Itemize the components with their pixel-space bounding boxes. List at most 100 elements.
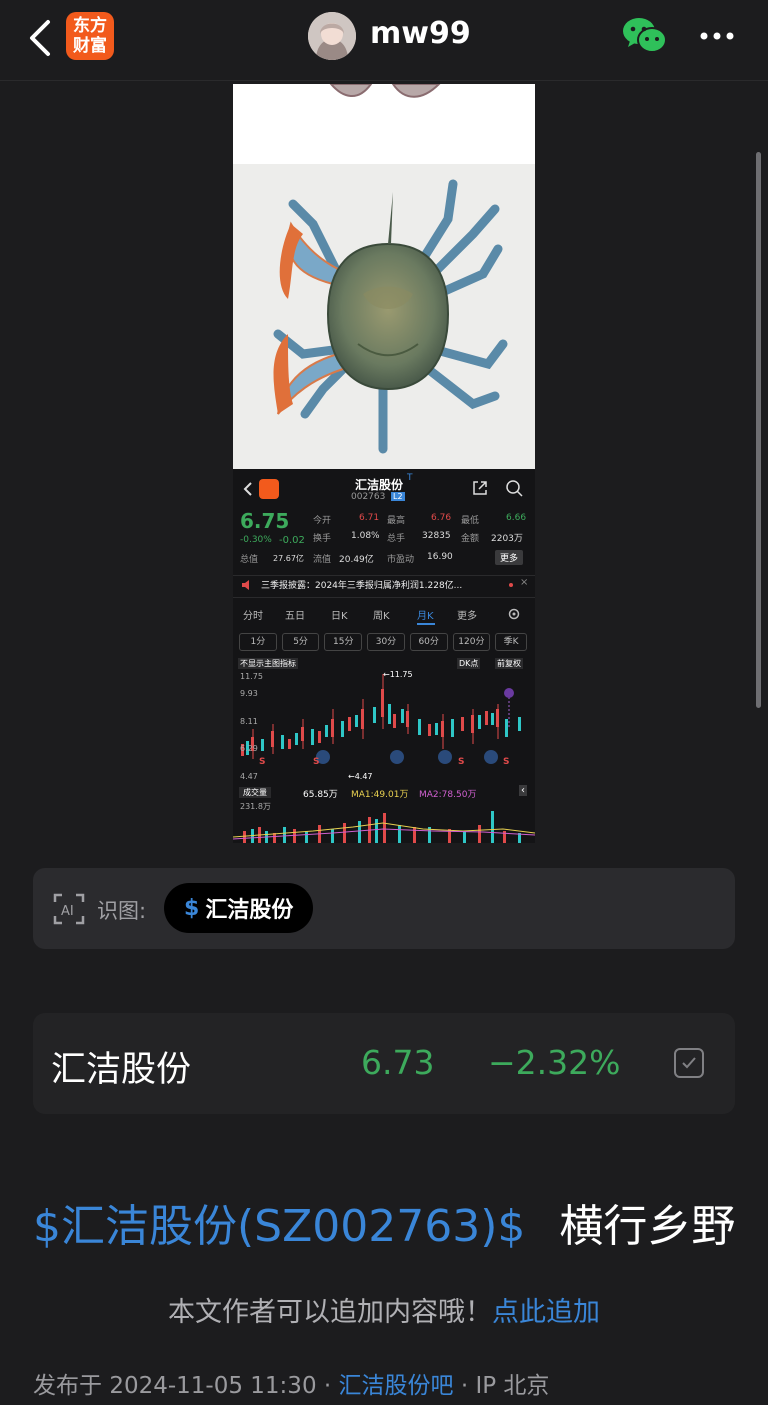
- ss-volume-value: 65.85万: [303, 790, 338, 800]
- ss-period-tab: 更多: [457, 611, 477, 622]
- ss-stat-label: 市盈动: [387, 555, 415, 565]
- speaker-icon: [242, 580, 249, 590]
- ss-minute-tabs: 1分 5分 15分 30分 60分 120分 季K: [239, 633, 527, 651]
- username[interactable]: mw99: [370, 16, 471, 51]
- post-text: 横行乡野: [559, 1201, 736, 1252]
- ss-y-label: 11.75: [240, 672, 263, 681]
- ss-stat-value: 32835: [422, 531, 451, 541]
- crab-photo: [233, 164, 535, 469]
- ss-y-label: 9.93: [240, 689, 258, 698]
- back-chevron-icon[interactable]: [26, 18, 56, 58]
- ss-adjust-button: 前复权: [495, 658, 523, 669]
- ss-stat-label: 金额: [461, 534, 480, 544]
- divider: [233, 597, 535, 598]
- svg-text:S: S: [259, 757, 265, 767]
- svg-text:S: S: [503, 757, 509, 767]
- ss-minute-tab: 季K: [495, 633, 527, 651]
- ss-change-pct: -0.30%: [240, 535, 272, 545]
- append-link[interactable]: 点此追加: [492, 1297, 600, 1328]
- candlestick-chart: SS SS: [241, 674, 521, 767]
- ss-stat-value: 6.66: [506, 513, 527, 523]
- ss-period-tab: 日K: [331, 611, 348, 622]
- divider: [233, 575, 535, 576]
- more-dots-icon[interactable]: [698, 24, 738, 48]
- post-meta: 发布于 2024-11-05 11:30 · 汇洁股份吧 · IP 北京: [33, 1366, 549, 1400]
- search-icon: [506, 480, 523, 497]
- stock-link[interactable]: $汇洁股份(SZ002763)$: [33, 1201, 525, 1252]
- ss-level-badge: L2: [391, 492, 405, 501]
- ss-period-tab: 周K: [373, 611, 390, 622]
- ss-price: 6.75: [240, 509, 290, 533]
- recognition-label: 识图:: [97, 899, 147, 923]
- publish-prefix: 发布于: [33, 1373, 102, 1399]
- stock-bar-link[interactable]: 汇洁股份吧: [339, 1373, 454, 1399]
- stock-price: 6.73: [361, 1043, 435, 1082]
- svg-text:AI: AI: [61, 904, 74, 919]
- ss-minute-tab: 120分: [452, 633, 491, 651]
- scrollbar[interactable]: [756, 152, 761, 708]
- app-logo-icon: [259, 479, 279, 499]
- ss-minute-tab: 15分: [324, 633, 363, 651]
- ss-stat-label: 今开: [313, 516, 332, 526]
- collapse-chevron-icon: ‹: [519, 785, 527, 796]
- ss-stat-value: 6.76: [431, 513, 452, 523]
- ss-high-marker: ←11.75: [383, 670, 413, 679]
- article-image[interactable]: 汇洁股份 T 002763 L2 6.75 -0.30% -0.02 今开 6.…: [233, 84, 535, 843]
- eastmoney-logo[interactable]: 东方 财富: [66, 12, 114, 60]
- ip-location: IP 北京: [475, 1373, 550, 1399]
- logo-text-1: 东方: [73, 16, 107, 36]
- ss-stat-value: 2203万: [491, 534, 523, 544]
- share-icon: [473, 481, 487, 495]
- ss-stat-label: 总手: [387, 534, 406, 544]
- ss-period-tab: 分时: [243, 611, 263, 622]
- ss-stock-name: 汇洁股份: [355, 478, 404, 492]
- ss-stat-value: 27.67亿: [273, 554, 304, 563]
- ss-minute-tab: 30分: [367, 633, 405, 651]
- ss-stat-value: 20.49亿: [339, 555, 374, 565]
- image-top-section: [233, 84, 535, 164]
- meta-separator: ·: [460, 1373, 469, 1399]
- ss-more-button: 更多: [495, 550, 524, 565]
- ss-stat-value: 6.71: [359, 513, 380, 523]
- ss-ma1: MA1:49.01万: [351, 790, 409, 800]
- volume-bars: [233, 811, 535, 843]
- back-chevron-icon: [243, 482, 252, 496]
- ss-minute-tab: 1分: [239, 633, 277, 651]
- ss-stat-value: 1.08%: [351, 531, 380, 541]
- ss-name-suffix: T: [407, 473, 413, 483]
- avatar[interactable]: [308, 12, 356, 60]
- ss-volume-label: 成交量: [239, 787, 271, 798]
- image-recognition-box: AI 识图: $ 汇洁股份: [33, 868, 735, 949]
- meta-separator: ·: [323, 1373, 332, 1399]
- add-watchlist-checkbox[interactable]: [674, 1048, 704, 1078]
- unread-dot: [509, 583, 513, 587]
- svg-text:S: S: [313, 757, 319, 767]
- ss-minute-tab: 5分: [281, 633, 320, 651]
- ss-stat-label: 换手: [313, 534, 332, 544]
- ss-stat-label: 流值: [313, 555, 332, 565]
- ss-stat-label: 总值: [240, 555, 259, 565]
- logo-text-2: 财富: [73, 36, 107, 56]
- ss-period-tab: 五日: [285, 611, 305, 622]
- ss-stat-value: 16.90: [427, 552, 453, 562]
- ss-low-marker: ←4.47: [348, 772, 373, 781]
- ss-indicator-button: 不显示主图指标: [238, 658, 298, 669]
- ss-minute-tab: 60分: [409, 633, 448, 651]
- ss-y-label: 4.47: [240, 772, 258, 781]
- append-notice-text: 本文作者可以追加内容哦！: [168, 1297, 492, 1328]
- stock-tag-chip[interactable]: $ 汇洁股份: [164, 883, 314, 933]
- active-tab-underline: [417, 623, 435, 625]
- ss-dk-button: DK点: [457, 658, 481, 669]
- stock-app-screenshot: 汇洁股份 T 002763 L2 6.75 -0.30% -0.02 今开 6.…: [233, 469, 535, 843]
- wechat-icon[interactable]: [622, 16, 668, 56]
- settings-gear-icon: [508, 608, 520, 620]
- ss-stock-code: 002763: [351, 492, 386, 502]
- ss-period-tab-active: 月K: [417, 611, 434, 622]
- ss-stat-label: 最高: [387, 516, 406, 526]
- ss-ma2: MA2:78.50万: [419, 790, 477, 800]
- stock-quote-card[interactable]: 汇洁股份 6.73 −2.32%: [33, 1013, 735, 1114]
- top-nav-bar: 东方 财富 mw99: [0, 0, 768, 81]
- ss-y-label: 8.11: [240, 717, 258, 726]
- ss-change-amt: -0.02: [279, 535, 305, 546]
- stock-change: −2.32%: [488, 1043, 621, 1082]
